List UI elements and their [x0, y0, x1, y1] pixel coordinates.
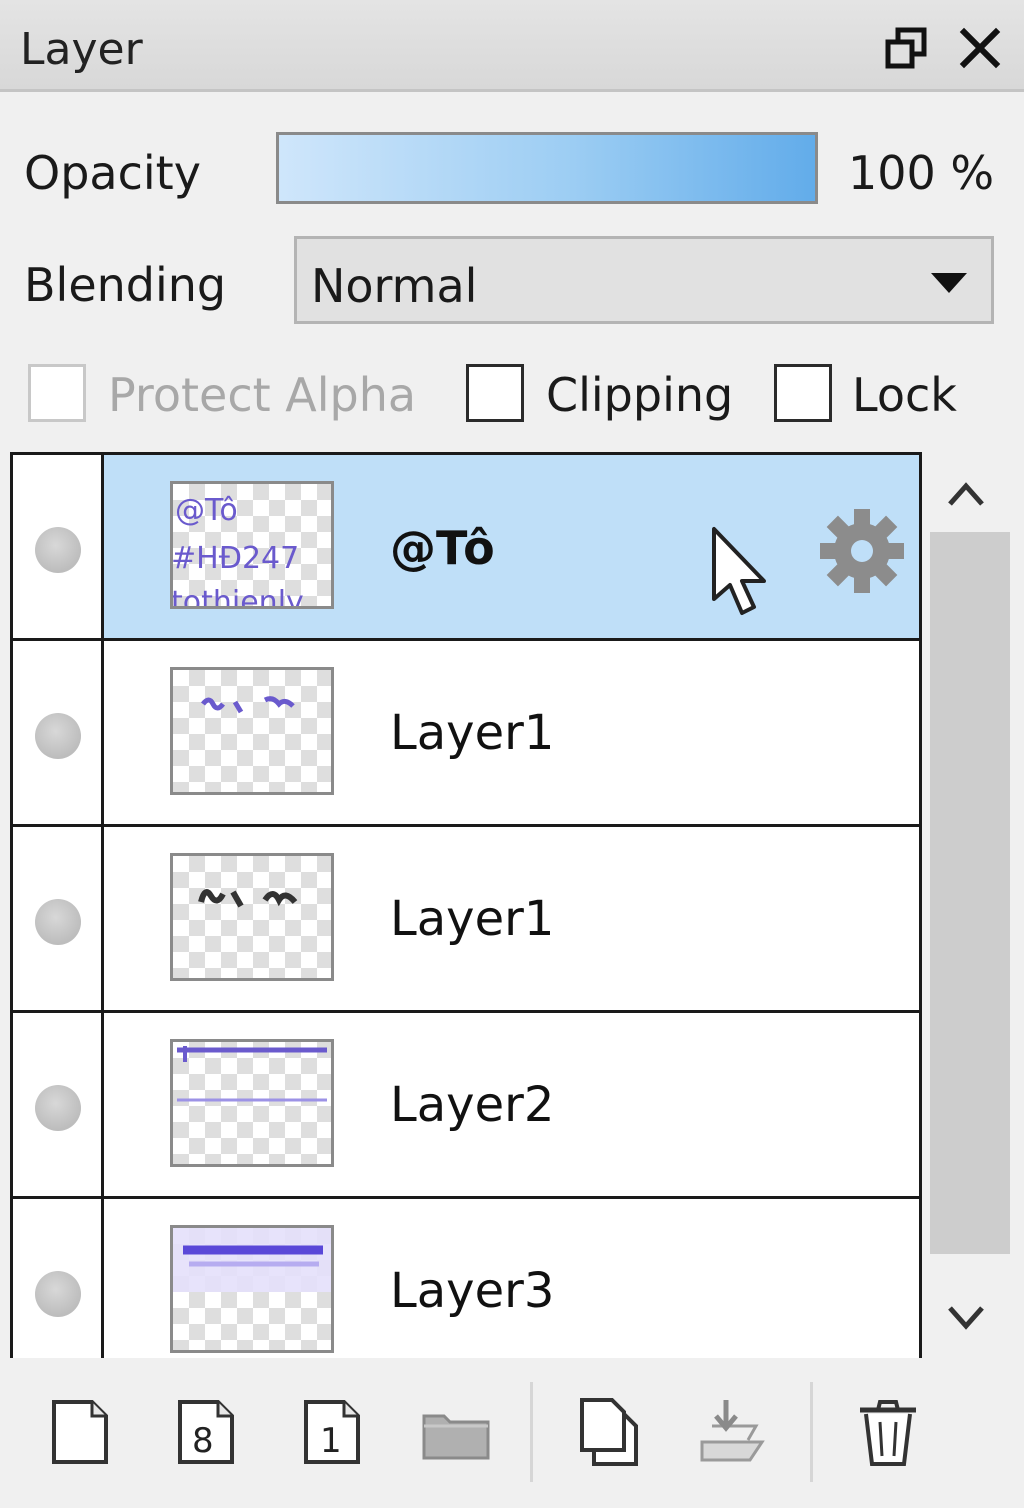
layer-row[interactable]: Layer1	[13, 824, 919, 1010]
lock-label: Lock	[852, 368, 957, 422]
lock-checkbox[interactable]	[774, 364, 832, 422]
layer-list[interactable]: @Tô #HĐ247 tothienly @Tô Layer1 Layer1 L…	[10, 452, 922, 1358]
opacity-label: Opacity	[24, 146, 201, 200]
toolbar-divider	[530, 1382, 533, 1482]
clipping-checkbox[interactable]	[466, 364, 524, 422]
layer-row[interactable]: Layer1	[13, 638, 919, 824]
layer-name: @Tô	[390, 521, 495, 575]
layer-name: Layer1	[390, 705, 555, 761]
delete-layer-icon[interactable]	[852, 1396, 924, 1468]
merge-down-icon[interactable]	[696, 1396, 768, 1468]
mouse-cursor-icon	[710, 525, 770, 617]
layer-thumbnail	[170, 1225, 334, 1353]
layer-thumbnail: @Tô #HĐ247 tothienly	[170, 481, 334, 609]
visibility-dot-icon	[35, 899, 81, 945]
visibility-toggle[interactable]	[13, 1013, 104, 1196]
close-icon[interactable]	[958, 26, 1002, 70]
layer-thumbnail	[170, 667, 334, 795]
new-1bit-layer-icon[interactable]: 1	[296, 1396, 368, 1468]
visibility-toggle[interactable]	[13, 455, 104, 638]
layer-thumbnail	[170, 853, 334, 981]
blending-label: Blending	[24, 258, 227, 312]
protect-alpha-checkbox[interactable]	[28, 364, 86, 422]
new-8bit-layer-icon[interactable]: 8	[170, 1396, 242, 1468]
scrollbar-thumb[interactable]	[930, 532, 1010, 1254]
opacity-value: 100 %	[848, 146, 995, 200]
visibility-dot-icon	[35, 527, 81, 573]
chevron-down-icon	[931, 273, 967, 293]
layer-thumbnail	[170, 1039, 334, 1167]
layer-row[interactable]: Layer3	[13, 1196, 919, 1358]
opacity-slider-fill	[279, 135, 815, 201]
panel-title: Layer	[20, 24, 143, 75]
layer-row[interactable]: @Tô #HĐ247 tothienly @Tô	[13, 452, 919, 638]
blending-dropdown[interactable]: Normal	[294, 236, 994, 324]
restore-window-icon[interactable]	[884, 26, 928, 70]
clipping-label: Clipping	[546, 368, 734, 422]
duplicate-layer-icon[interactable]	[574, 1396, 646, 1468]
new-folder-icon[interactable]	[420, 1396, 492, 1468]
layer-name: Layer1	[390, 891, 555, 947]
thumb-text-line: @Tô	[175, 493, 238, 528]
toolbar-divider	[810, 1382, 813, 1482]
chevron-up-icon[interactable]	[944, 474, 988, 514]
layer-toolbar: 8 1	[0, 1358, 1024, 1508]
opacity-slider[interactable]	[276, 132, 818, 204]
thumb-text-line: tothienly	[173, 585, 304, 606]
layer-name: Layer3	[390, 1263, 555, 1319]
visibility-dot-icon	[35, 1271, 81, 1317]
blending-selected-value: Normal	[311, 259, 478, 313]
layer-list-scrollbar[interactable]	[926, 452, 1024, 1358]
gear-icon[interactable]	[818, 507, 906, 595]
visibility-dot-icon	[35, 713, 81, 759]
layer-name: Layer2	[390, 1077, 555, 1133]
thumb-text-line: #HĐ247	[173, 541, 299, 576]
badge-8-text: 8	[192, 1421, 214, 1461]
visibility-toggle[interactable]	[13, 827, 104, 1010]
visibility-toggle[interactable]	[13, 641, 104, 824]
protect-alpha-label: Protect Alpha	[108, 368, 417, 422]
chevron-down-icon[interactable]	[944, 1298, 988, 1338]
layer-row[interactable]: Layer2	[13, 1010, 919, 1196]
visibility-dot-icon	[35, 1085, 81, 1131]
panel-title-bar: Layer	[0, 0, 1024, 92]
visibility-toggle[interactable]	[13, 1199, 104, 1358]
new-layer-icon[interactable]	[44, 1396, 116, 1468]
badge-1-text: 1	[320, 1421, 342, 1461]
